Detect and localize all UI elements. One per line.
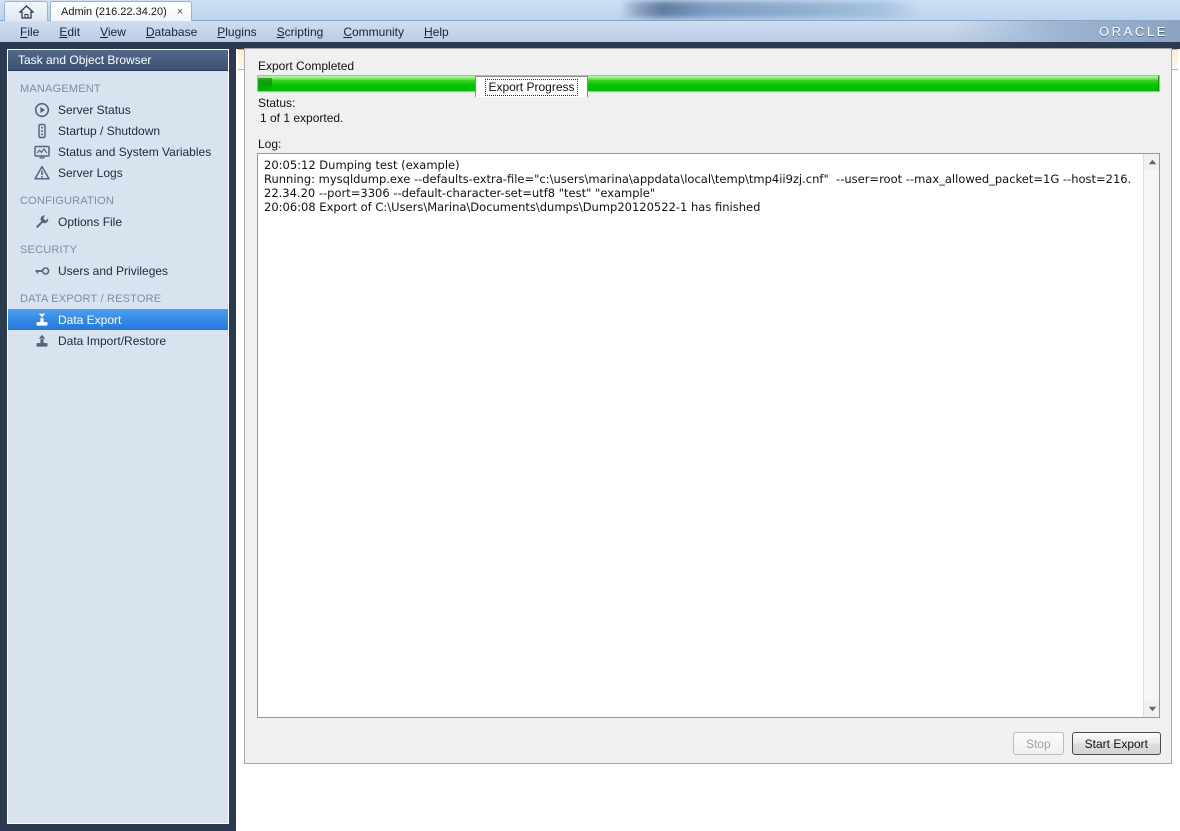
menu-item-database[interactable]: Database [136,23,207,41]
sidebar-header: Task and Object Browser [8,50,228,71]
log-output-box[interactable]: 20:05:12 Dumping test (example) Running:… [257,153,1160,718]
status-label: Status: [258,96,296,110]
sidebar-group-label: MANAGEMENT [20,83,101,95]
oracle-logo: ORACLE [1098,24,1168,39]
sidebar-frame: Task and Object Browser MANAGEMENT Server… [0,49,236,831]
sidebar-body: MANAGEMENT Server Status Startup / Shutdow… [8,71,228,351]
sidebar-item-startup-shutdown[interactable]: Startup / Shutdown [8,120,228,141]
menu-item-scripting[interactable]: Scripting [267,23,334,41]
menu-item-plugins[interactable]: Plugins [207,23,266,41]
export-status-heading: Export Completed [258,59,355,73]
sidebar-item-server-status[interactable]: Server Status [8,99,228,120]
home-icon [18,5,34,19]
close-icon[interactable]: × [175,6,185,18]
start-export-button[interactable]: Start Export [1071,732,1161,755]
sidebar-group-label: SECURITY [20,244,78,256]
export-progress-fill [258,76,1159,91]
menu-item-help[interactable]: Help [414,23,459,41]
menu-item-edit[interactable]: Edit [49,23,90,41]
admin-tab[interactable]: Admin (216.22.34.20) × [50,1,193,22]
stop-button[interactable]: Stop [1012,732,1064,755]
sidebar-item-label: Data Export [58,312,122,327]
sidebar-item-label: Server Status [58,102,131,117]
sidebar-item-users-and-privileges[interactable]: Users and Privileges [8,260,228,281]
sidebar-item-label: Status and System Variables [58,144,212,159]
log-label: Log: [258,137,282,151]
scrollbar-track[interactable] [1144,170,1159,701]
menu-file-rest: ile [27,24,40,39]
status-variables-icon [34,144,50,160]
tab-export-progress[interactable]: Export Progress [475,76,588,97]
status-value: 1 of 1 exported. [260,111,344,125]
export-progress-panel: Export Completed Status: 1 of 1 exported… [244,48,1172,764]
server-logs-icon [34,165,50,181]
obscured-title-region [620,1,920,18]
key-icon [34,263,50,279]
sidebar-item-data-export[interactable]: Data Export [8,309,228,330]
wrench-icon [34,214,50,230]
tab-label: Export Progress [485,78,578,96]
admin-tab-label: Admin (216.22.34.20) [61,6,167,18]
menu-item-community[interactable]: Community [333,23,414,41]
title-bar: Admin (216.22.34.20) × [0,0,1180,22]
scroll-up-icon[interactable] [1144,154,1159,170]
data-export-icon [34,312,50,328]
task-object-browser: Task and Object Browser MANAGEMENT Server… [7,49,229,824]
sidebar-group-label: CONFIGURATION [20,195,115,207]
sidebar-item-label: Startup / Shutdown [58,123,161,138]
sidebar-item-label: Users and Privileges [58,263,169,278]
oracle-brand-strip: ORACLE [950,21,1180,42]
action-button-bar: Stop Start Export [1012,732,1161,755]
sidebar-item-server-logs[interactable]: Server Logs [8,162,228,183]
sidebar-item-status-and-system-variables[interactable]: Status and System Variables [8,141,228,162]
scroll-down-icon[interactable] [1144,701,1159,717]
export-progress-bar [257,75,1160,92]
sidebar-item-label: Server Logs [58,165,123,180]
sidebar-item-label: Options File [58,214,123,229]
server-status-icon [34,102,50,118]
sidebar-item-label: Data Import/Restore [58,333,167,348]
home-tab[interactable] [4,1,48,22]
log-scrollbar[interactable] [1143,154,1159,717]
sidebar-item-data-import-restore[interactable]: Data Import/Restore [8,330,228,351]
startup-shutdown-icon [34,123,50,139]
sidebar-item-options-file[interactable]: Options File [8,211,228,232]
log-text: 20:05:12 Dumping test (example) Running:… [264,158,1132,214]
sidebar-group-label: DATA EXPORT / RESTORE [20,293,162,305]
menu-item-file[interactable]: File [10,23,49,41]
data-import-icon [34,333,50,349]
menu-item-view[interactable]: View [90,23,136,41]
